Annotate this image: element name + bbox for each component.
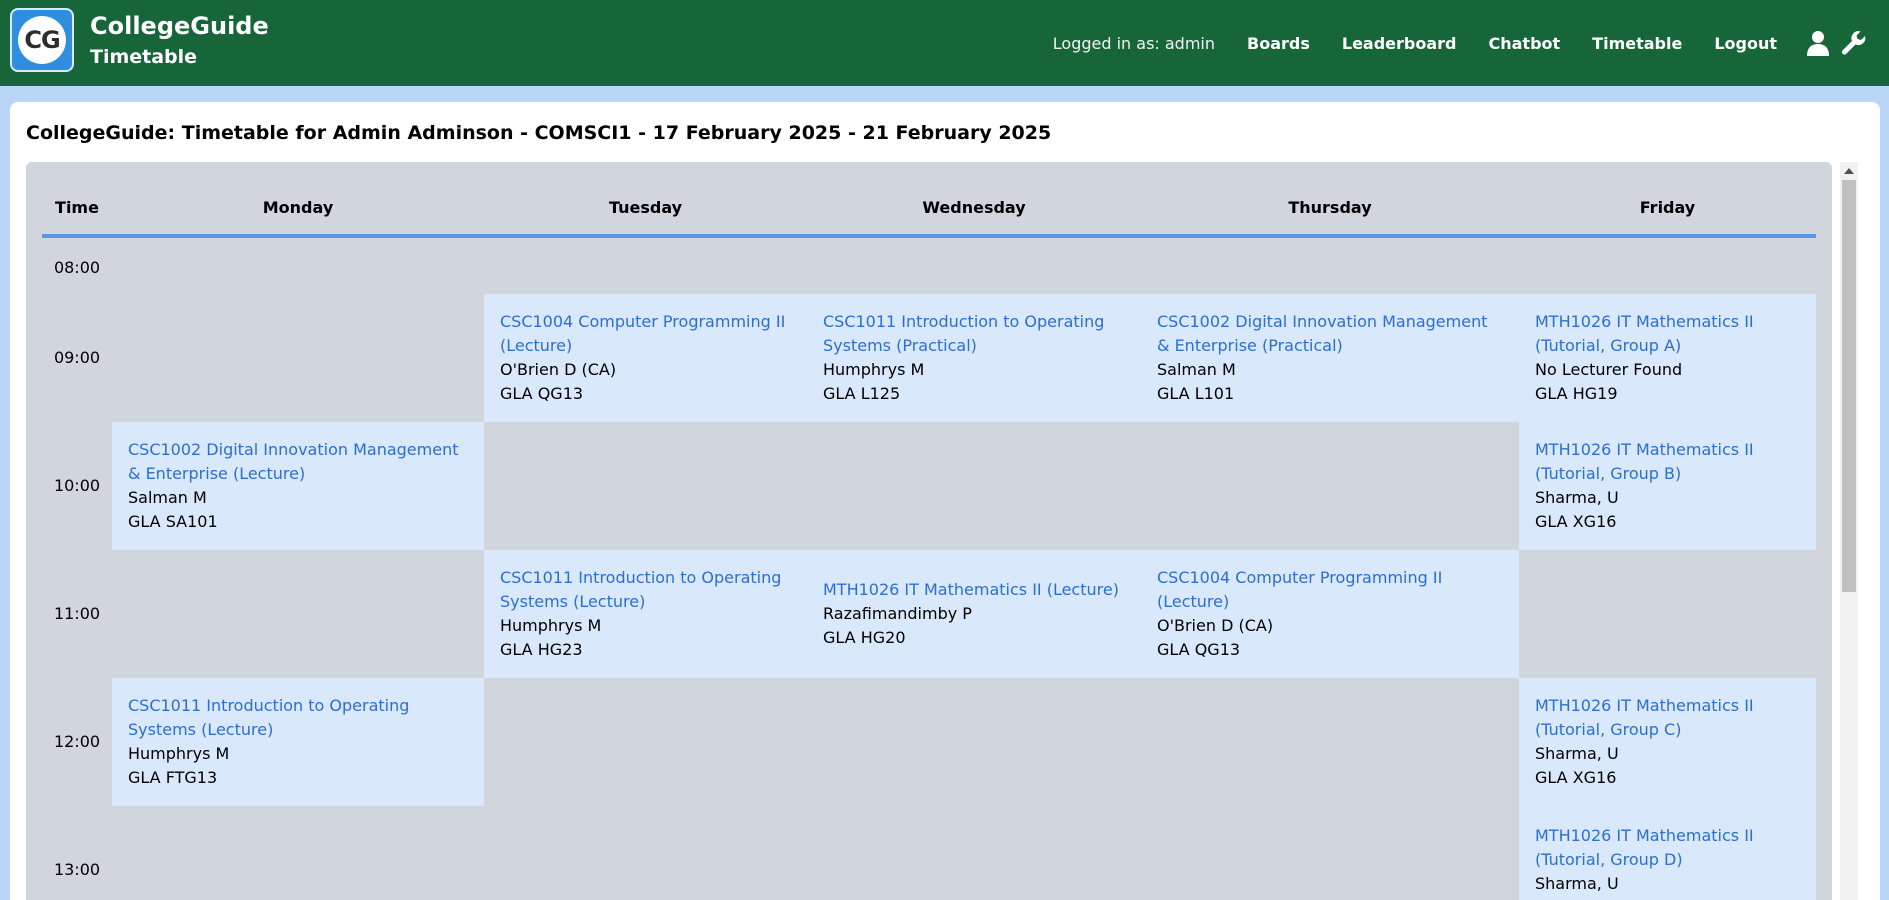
lecturer-name: Humphrys M — [500, 616, 602, 635]
col-tuesday: Tuesday — [608, 198, 683, 217]
room-label: GLA QG13 — [1157, 640, 1241, 659]
class-slot: CSC1002 Digital Innovation Management & … — [1141, 294, 1519, 422]
page-title: CollegeGuide: Timetable for Admin Admins… — [26, 122, 1052, 144]
course-link[interactable]: MTH1026 IT Mathematics II (Lecture) — [823, 578, 1125, 602]
time-label: 09:00 — [53, 348, 101, 367]
lecturer-name: O'Brien D (CA) — [500, 360, 617, 379]
nav-boards[interactable]: Boards — [1247, 34, 1310, 53]
class-slot: MTH1026 IT Mathematics II (Lecture) Razaf… — [807, 550, 1141, 678]
time-label: 11:00 — [53, 604, 101, 623]
lecturer-name: No Lecturer Found — [1535, 360, 1683, 379]
room-label: GLA HG19 — [1535, 384, 1618, 403]
wrench-icon[interactable] — [1839, 28, 1869, 58]
room-label: GLA XG16 — [1535, 768, 1617, 787]
lecturer-name: Sharma, U — [1535, 744, 1619, 763]
lecturer-name: Razafimandimby P — [823, 604, 972, 623]
room-label: GLA FTG13 — [128, 768, 218, 787]
class-slot: CSC1004 Computer Programming II (Lecture… — [484, 294, 807, 422]
col-monday: Monday — [262, 198, 334, 217]
course-link[interactable]: CSC1002 Digital Innovation Management & … — [1157, 310, 1503, 358]
course-link[interactable]: MTH1026 IT Mathematics II (Tutorial, Gro… — [1535, 694, 1800, 742]
lecturer-name: Salman M — [128, 488, 207, 507]
time-label: 12:00 — [53, 732, 101, 751]
course-link[interactable]: MTH1026 IT Mathematics II (Tutorial, Gro… — [1535, 438, 1800, 486]
course-link[interactable]: MTH1026 IT Mathematics II (Tutorial, Gro… — [1535, 310, 1800, 358]
scroll-up-icon[interactable] — [1844, 168, 1854, 174]
brand-title[interactable]: CollegeGuide — [90, 12, 269, 40]
course-link[interactable]: MTH1026 IT Mathematics II (Tutorial, Gro… — [1535, 824, 1800, 872]
lecturer-name: Sharma, U — [1535, 488, 1619, 507]
col-wednesday: Wednesday — [922, 198, 1026, 217]
class-slot: MTH1026 IT Mathematics II (Tutorial, Gro… — [1519, 422, 1816, 550]
course-link[interactable]: CSC1004 Computer Programming II (Lecture… — [1157, 566, 1503, 614]
course-link[interactable]: CSC1002 Digital Innovation Management & … — [128, 438, 468, 486]
room-label: GLA SA101 — [128, 512, 218, 531]
room-label: GLA QG13 — [500, 384, 584, 403]
class-slot: MTH1026 IT Mathematics II (Tutorial, Gro… — [1519, 678, 1816, 806]
class-slot: CSC1011 Introduction to Operating System… — [484, 550, 807, 678]
logged-in-label: Logged in as: admin — [1052, 33, 1216, 53]
time-label: 08:00 — [53, 258, 101, 277]
course-link[interactable]: CSC1004 Computer Programming II (Lecture… — [500, 310, 791, 358]
timetable-header-row: Time Monday Tuesday Wednesday Thursday F… — [42, 162, 1816, 238]
timetable-grid: Time Monday Tuesday Wednesday Thursday F… — [26, 162, 1832, 900]
col-time: Time — [55, 198, 99, 217]
logo-mark: CG — [18, 16, 66, 64]
room-label: GLA L101 — [1157, 384, 1235, 403]
lecturer-name: Humphrys M — [823, 360, 925, 379]
scroll-thumb[interactable] — [1842, 180, 1856, 592]
lecturer-name: Salman M — [1157, 360, 1236, 379]
nav-leaderboard[interactable]: Leaderboard — [1342, 34, 1457, 53]
course-link[interactable]: CSC1011 Introduction to Operating System… — [823, 310, 1125, 358]
nav-logout[interactable]: Logout — [1714, 34, 1777, 53]
room-label: GLA HG20 — [823, 628, 906, 647]
class-slot: CSC1011 Introduction to Operating System… — [112, 678, 484, 806]
user-icon[interactable] — [1803, 28, 1833, 58]
lecturer-name: Humphrys M — [128, 744, 230, 763]
nav-chatbot[interactable]: Chatbot — [1489, 34, 1561, 53]
nav-timetable[interactable]: Timetable — [1592, 34, 1682, 53]
col-friday: Friday — [1639, 198, 1696, 217]
time-label: 13:00 — [53, 860, 101, 879]
col-thursday: Thursday — [1288, 198, 1372, 217]
timetable-card: CollegeGuide: Timetable for Admin Admins… — [10, 102, 1880, 900]
class-slot: CSC1011 Introduction to Operating System… — [807, 294, 1141, 422]
vertical-scrollbar[interactable] — [1840, 162, 1858, 900]
class-slot: MTH1026 IT Mathematics II (Tutorial, Gro… — [1519, 294, 1816, 422]
lecturer-name: O'Brien D (CA) — [1157, 616, 1274, 635]
lecturer-name: Sharma, U — [1535, 874, 1619, 893]
class-slot: CSC1002 Digital Innovation Management & … — [112, 422, 484, 550]
main-nav: Logged in as: admin Boards Leaderboard C… — [1053, 0, 1869, 86]
class-slot: MTH1026 IT Mathematics II (Tutorial, Gro… — [1519, 806, 1816, 900]
top-navbar: CG CollegeGuide Timetable Logged in as: … — [0, 0, 1889, 86]
app-logo[interactable]: CG — [10, 8, 74, 72]
time-label: 10:00 — [53, 476, 101, 495]
room-label: GLA L125 — [823, 384, 901, 403]
brand-subtitle: Timetable — [90, 46, 198, 68]
room-label: GLA HG23 — [500, 640, 583, 659]
class-slot: CSC1004 Computer Programming II (Lecture… — [1141, 550, 1519, 678]
course-link[interactable]: CSC1011 Introduction to Operating System… — [500, 566, 791, 614]
room-label: GLA XG16 — [1535, 512, 1617, 531]
course-link[interactable]: CSC1011 Introduction to Operating System… — [128, 694, 468, 742]
